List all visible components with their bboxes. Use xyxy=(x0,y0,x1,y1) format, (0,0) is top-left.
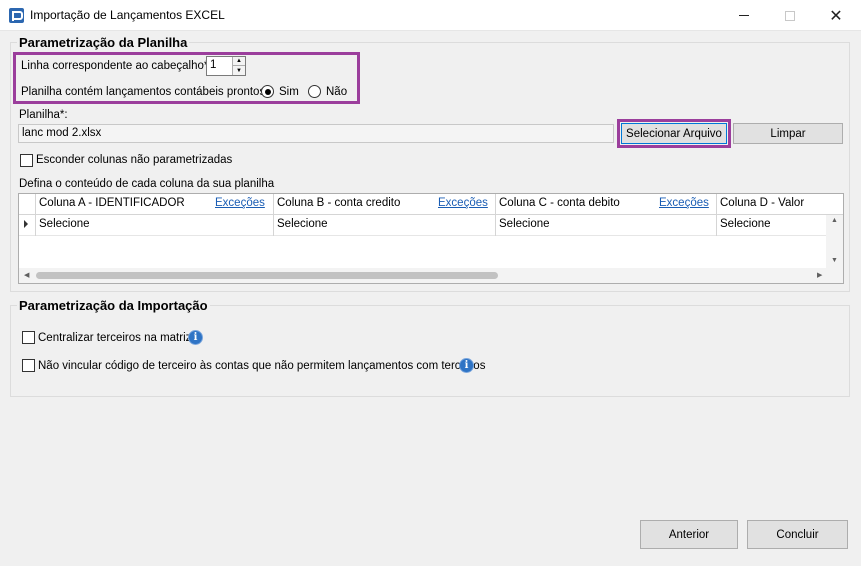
cell-select-b[interactable]: Selecione xyxy=(274,215,496,236)
column-header-d: Coluna D - Valor xyxy=(717,194,843,215)
info-icon[interactable]: i xyxy=(459,358,474,373)
stepper-down-icon[interactable]: ▼ xyxy=(233,66,245,75)
title-bar: Importação de Lançamentos EXCEL ✕ xyxy=(0,0,861,31)
scroll-up-icon[interactable]: ▲ xyxy=(831,217,838,224)
maximize-button[interactable] xyxy=(767,0,813,31)
clear-button[interactable]: Limpar xyxy=(733,123,843,144)
planilha-section-title: Parametrização da Planilha xyxy=(17,35,190,50)
exceptions-link-c[interactable]: Exceções xyxy=(659,197,709,209)
hide-columns-label[interactable]: Esconder colunas não parametrizadas xyxy=(36,154,232,166)
back-button[interactable]: Anterior xyxy=(640,520,738,549)
column-header-label: Coluna B - conta credito xyxy=(277,197,401,209)
column-header-label: Coluna D - Valor xyxy=(720,197,805,209)
scroll-left-icon[interactable]: ◀ xyxy=(24,271,29,279)
stepper-buttons: ▲ ▼ xyxy=(232,57,245,75)
minimize-icon xyxy=(739,15,749,16)
define-columns-label: Defina o conteúdo de cada coluna da sua … xyxy=(19,178,275,190)
exceptions-link-a[interactable]: Exceções xyxy=(215,197,265,209)
row-header-cell xyxy=(19,194,36,215)
grid-header: Coluna A - IDENTIFICADOR Exceções Coluna… xyxy=(19,194,843,215)
minimize-button[interactable] xyxy=(721,0,767,31)
vertical-scrollbar[interactable]: ▲ ▼ xyxy=(826,215,843,269)
exceptions-link-b[interactable]: Exceções xyxy=(438,197,488,209)
row-arrow-icon xyxy=(24,220,28,228)
header-line-value[interactable]: 1 xyxy=(210,59,216,71)
column-header-label: Coluna A - IDENTIFICADOR xyxy=(39,197,185,209)
app-logo-icon xyxy=(9,8,24,23)
close-icon: ✕ xyxy=(829,7,843,25)
column-header-c: Coluna C - conta debito Exceções xyxy=(496,194,717,215)
cell-select-d[interactable]: Selecione xyxy=(717,215,843,236)
no-link-label[interactable]: Não vincular código de terceiro às conta… xyxy=(38,360,485,372)
centralize-checkbox[interactable] xyxy=(22,331,35,344)
radio-yes-label[interactable]: Sim xyxy=(279,86,299,98)
importacao-section-title: Parametrização da Importação xyxy=(17,298,210,313)
no-link-checkbox[interactable] xyxy=(22,359,35,372)
ready-entries-label: Planilha contém lançamentos contábeis pr… xyxy=(21,86,269,98)
header-line-stepper[interactable]: 1 ▲ ▼ xyxy=(206,56,246,76)
horizontal-scrollbar[interactable]: ◀ ▶ xyxy=(19,268,843,283)
cell-select-a[interactable]: Selecione xyxy=(36,215,274,236)
radio-no[interactable] xyxy=(308,85,321,98)
file-label: Planilha*: xyxy=(19,109,68,121)
info-icon[interactable]: i xyxy=(188,330,203,345)
column-header-a: Coluna A - IDENTIFICADOR Exceções xyxy=(36,194,274,215)
table-row[interactable]: Selecione Selecione Selecione Selecione xyxy=(19,215,843,236)
column-header-label: Coluna C - conta debito xyxy=(499,197,620,209)
select-file-button[interactable]: Selecionar Arquivo xyxy=(621,123,727,144)
scroll-down-icon[interactable]: ▼ xyxy=(831,257,838,264)
file-path-field[interactable]: lanc mod 2.xlsx xyxy=(18,124,614,143)
close-button[interactable]: ✕ xyxy=(813,0,859,31)
finish-button[interactable]: Concluir xyxy=(747,520,848,549)
centralize-label[interactable]: Centralizar terceiros na matriz xyxy=(38,332,191,344)
hide-columns-checkbox[interactable] xyxy=(20,154,33,167)
radio-no-label[interactable]: Não xyxy=(326,86,347,98)
row-selector xyxy=(19,215,36,236)
file-path-value: lanc mod 2.xlsx xyxy=(22,127,102,139)
radio-yes[interactable] xyxy=(261,85,274,98)
horizontal-scroll-thumb[interactable] xyxy=(36,272,498,279)
columns-grid: Coluna A - IDENTIFICADOR Exceções Coluna… xyxy=(18,193,844,284)
importacao-group xyxy=(10,305,850,397)
column-header-b: Coluna B - conta credito Exceções xyxy=(274,194,496,215)
header-line-label: Linha correspondente ao cabeçalho* xyxy=(21,60,209,72)
window-title: Importação de Lançamentos EXCEL xyxy=(30,8,225,22)
scroll-right-icon[interactable]: ▶ xyxy=(817,271,822,279)
stepper-up-icon[interactable]: ▲ xyxy=(233,57,245,66)
maximize-icon xyxy=(785,10,795,21)
cell-select-c[interactable]: Selecione xyxy=(496,215,717,236)
